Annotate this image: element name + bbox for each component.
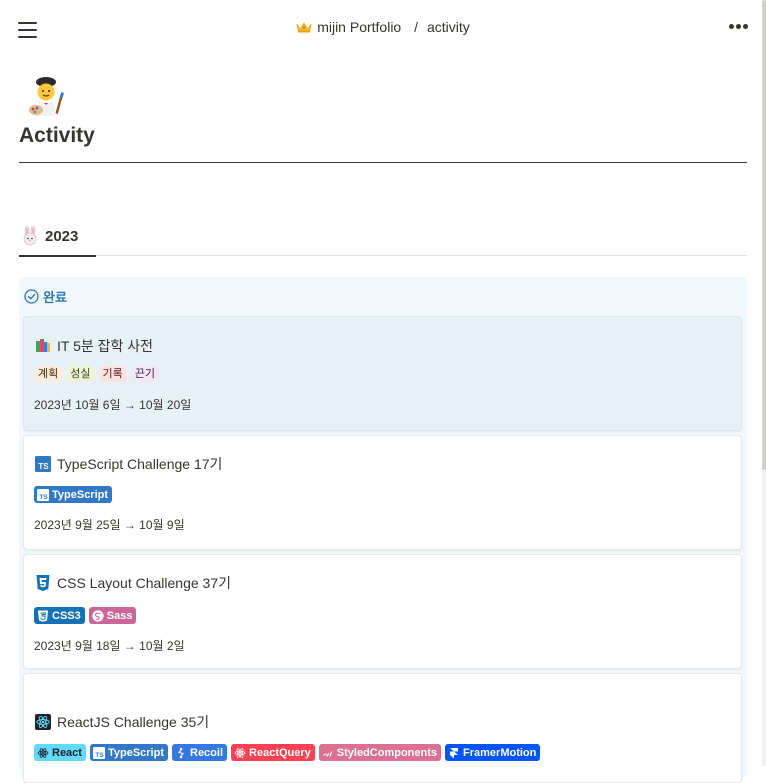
css3-icon: [36, 575, 50, 591]
tag: 성실: [66, 366, 95, 382]
tech-badge: ReactQuery: [231, 744, 315, 761]
scrollbar-thumb[interactable]: [762, 0, 766, 470]
framer-icon: [450, 747, 459, 758]
tag: 계획: [34, 366, 63, 382]
typescript-icon: TS: [37, 488, 49, 501]
title-divider: [19, 162, 747, 163]
badge-label: CSS3: [52, 609, 81, 622]
badge-label: React: [52, 746, 82, 759]
card-tags: 계획 성실 기록 끈기: [34, 366, 159, 382]
svg-text:TS: TS: [39, 494, 48, 501]
section-divider: [19, 255, 747, 256]
active-tab-underline: [19, 255, 96, 257]
typescript-icon: TS: [35, 456, 51, 472]
recoil-icon: [177, 747, 185, 758]
react-icon: [35, 714, 51, 730]
card-title-text: CSS Layout Challenge 37기: [57, 575, 231, 591]
top-bar: mijin Portfolio / activity: [0, 0, 766, 56]
card-title: CSS Layout Challenge 37기: [35, 573, 231, 593]
svg-text:TS: TS: [38, 462, 49, 471]
artist-emoji-icon: [29, 77, 65, 116]
books-icon: [36, 339, 50, 352]
badge-label: FramerMotion: [463, 746, 537, 759]
badge-label: ReactQuery: [249, 746, 311, 759]
tech-badge: React: [34, 744, 86, 761]
badge-label: StyledComponents: [336, 746, 438, 759]
card-badges: CSS3 Sass: [34, 607, 137, 624]
card-title: TS TypeScript Challenge 17기: [35, 454, 222, 474]
tag: 기록: [98, 366, 127, 382]
tag: 끈기: [130, 366, 159, 382]
styled-components-icon: [323, 750, 332, 757]
card-date: 2023년 9월 18일 → 10월 2일: [34, 639, 185, 653]
card-badges: TS TypeScript: [34, 486, 113, 503]
check-circle-icon: [24, 289, 39, 304]
css3-icon: [38, 610, 48, 622]
group-header-done[interactable]: 완료: [24, 287, 67, 306]
sass-icon: [92, 609, 104, 622]
react-icon: [37, 747, 49, 758]
react-query-icon: [234, 747, 246, 758]
card-css-layout-challenge[interactable]: CSS Layout Challenge 37기 CSS3 Sass 2023년…: [23, 554, 742, 669]
card-title: ReactJS Challenge 35기: [35, 712, 209, 732]
card-title-text: ReactJS Challenge 35기: [57, 714, 210, 730]
card-reactjs-challenge[interactable]: ReactJS Challenge 35기 React TS TypeScrip…: [23, 673, 742, 783]
crown-icon: [296, 22, 312, 33]
svg-text:TS: TS: [95, 752, 104, 759]
card-title-text: TypeScript Challenge 17기: [57, 456, 223, 472]
breadcrumb-label-home: mijin Portfolio: [317, 19, 402, 35]
tech-badge: Sass: [88, 607, 137, 624]
card-date: 2023년 9월 25일 → 10월 9일: [34, 518, 185, 532]
card-title: IT 5분 잡학 사전: [35, 336, 153, 356]
badge-label: TypeScript: [107, 746, 164, 759]
group-label: 완료: [43, 290, 67, 305]
rabbit-emoji-icon: [23, 226, 37, 246]
badge-label: TypeScript: [52, 488, 109, 501]
breadcrumb: mijin Portfolio / activity: [0, 19, 766, 35]
card-date: 2023년 10월 6일 → 10월 20일: [34, 398, 192, 412]
more-options-icon[interactable]: [729, 23, 749, 31]
breadcrumb-separator: /: [414, 19, 418, 35]
breadcrumb-item-activity[interactable]: activity: [427, 19, 470, 35]
card-typescript-challenge[interactable]: TS TypeScript Challenge 17기 TS TypeScrip…: [23, 435, 742, 550]
card-title-text: IT 5분 잡학 사전: [57, 338, 154, 354]
tech-badge: TS TypeScript: [89, 744, 168, 761]
year-heading: 2023: [20, 226, 78, 246]
card-badges: React TS TypeScript Recoil ReactQuery St…: [34, 744, 541, 761]
tech-badge: CSS3: [34, 607, 85, 624]
typescript-icon: TS: [92, 746, 105, 759]
card-it-dictionary[interactable]: IT 5분 잡학 사전 계획 성실 기록 끈기 2023년 10월 6일 → 1…: [23, 316, 742, 431]
scrollbar[interactable]: [762, 0, 766, 766]
year-label: 2023: [45, 227, 79, 245]
tech-badge: TS TypeScript: [34, 486, 113, 503]
badge-label: Sass: [106, 609, 133, 622]
tech-badge: Recoil: [172, 744, 228, 761]
page-title: Activity: [19, 124, 95, 147]
breadcrumb-item-home[interactable]: mijin Portfolio: [296, 19, 405, 35]
tech-badge: StyledComponents: [318, 744, 442, 761]
badge-label: Recoil: [190, 746, 224, 759]
tech-badge: FramerMotion: [445, 744, 541, 761]
